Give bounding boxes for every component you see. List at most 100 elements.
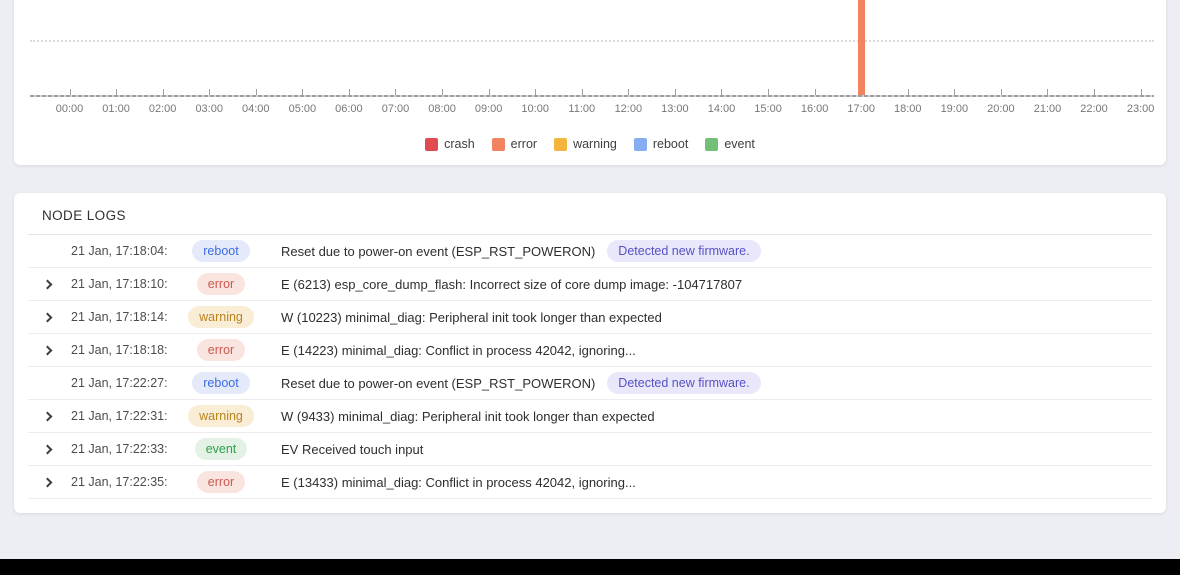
- x-tick-mark: [954, 89, 955, 95]
- x-tick-mark: [395, 89, 396, 95]
- chevron-right-icon: [44, 313, 52, 321]
- x-tick-mark: [489, 89, 490, 95]
- log-row[interactable]: 21 Jan, 17:18:14: warning W (10223) minima…: [28, 301, 1152, 334]
- legend-label: reboot: [653, 137, 688, 151]
- x-tick-mark: [1094, 89, 1095, 95]
- x-tick-mark: [768, 89, 769, 95]
- events-chart-card: 00:0001:0002:0003:0004:0005:0006:0007:00…: [14, 0, 1166, 165]
- x-tick-mark: [861, 89, 862, 95]
- x-tick-label: 19:00: [941, 103, 969, 115]
- events-timeline-plot: 00:0001:0002:0003:0004:0005:0006:0007:00…: [14, 0, 1166, 107]
- log-message: E (13433) minimal_diag: Conflict in proc…: [281, 475, 636, 490]
- log-row[interactable]: 21 Jan, 17:18:18:errorE (14223) minimal_…: [28, 334, 1152, 367]
- legend-item-error: error: [492, 137, 537, 151]
- chevron-right-icon: [44, 445, 52, 453]
- log-level-badge: error: [197, 339, 245, 362]
- x-tick-label: 08:00: [428, 103, 456, 115]
- x-tick-label: 18:00: [894, 103, 922, 115]
- x-tick-mark: [209, 89, 210, 95]
- node-logs-title: NODE LOGS: [28, 193, 1152, 234]
- x-tick-label: 20:00: [987, 103, 1015, 115]
- error-swatch-icon: [492, 138, 505, 151]
- log-level-badge: event: [195, 438, 248, 461]
- badge-column: event: [176, 438, 266, 461]
- x-tick-mark: [302, 89, 303, 95]
- x-tick-label: 23:00: [1127, 103, 1155, 115]
- x-tick-mark: [349, 89, 350, 95]
- chevron-right-icon[interactable]: [38, 445, 57, 453]
- x-tick-mark: [582, 89, 583, 95]
- log-timestamp: 21 Jan, 17:22:31:: [71, 409, 176, 423]
- x-tick-mark: [70, 89, 71, 95]
- x-tick-label: 10:00: [521, 103, 549, 115]
- legend-item-warning: warning: [554, 137, 617, 151]
- x-tick-mark: [1141, 89, 1142, 95]
- badge-column: error: [176, 273, 266, 296]
- x-tick-mark: [442, 89, 443, 95]
- log-message: Reset due to power-on event (ESP_RST_POW…: [281, 244, 595, 259]
- log-timestamp: 21 Jan, 17:18:04:: [71, 244, 176, 258]
- log-timestamp: 21 Jan, 17:22:35:: [71, 475, 176, 489]
- badge-column: warning: [176, 306, 266, 329]
- x-tick-mark: [908, 89, 909, 95]
- x-tick-label: 03:00: [195, 103, 223, 115]
- chart-gridline: [30, 40, 1154, 42]
- error-event-bar[interactable]: [858, 0, 865, 95]
- log-timestamp: 21 Jan, 17:18:18:: [71, 343, 176, 357]
- chevron-right-icon[interactable]: [38, 346, 57, 354]
- x-tick-label: 15:00: [754, 103, 782, 115]
- legend-item-crash: crash: [425, 137, 475, 151]
- x-tick-mark: [256, 89, 257, 95]
- chevron-right-icon[interactable]: [38, 478, 57, 486]
- x-tick-mark: [675, 89, 676, 95]
- warning-swatch-icon: [554, 138, 567, 151]
- x-tick-mark: [815, 89, 816, 95]
- log-timestamp: 21 Jan, 17:18:14:: [71, 310, 176, 324]
- log-message: Reset due to power-on event (ESP_RST_POW…: [281, 376, 595, 391]
- x-tick-label: 14:00: [708, 103, 736, 115]
- x-tick-label: 21:00: [1034, 103, 1062, 115]
- x-tick-label: 17:00: [847, 103, 875, 115]
- chevron-right-icon: [44, 412, 52, 420]
- legend-label: crash: [444, 137, 475, 151]
- x-tick-mark: [163, 89, 164, 95]
- badge-column: error: [176, 339, 266, 362]
- node-logs-card: NODE LOGS 21 Jan, 17:18:04: reboot Reset d…: [14, 193, 1166, 513]
- log-level-badge: error: [197, 471, 245, 494]
- x-tick-label: 07:00: [382, 103, 410, 115]
- x-tick-mark: [628, 89, 629, 95]
- crash-swatch-icon: [425, 138, 438, 151]
- log-level-badge: warning: [188, 405, 254, 428]
- log-level-badge: warning: [188, 306, 254, 329]
- event-swatch-icon: [705, 138, 718, 151]
- log-row[interactable]: 21 Jan, 17:22:31:warningW (9433) minimal…: [28, 400, 1152, 433]
- x-tick-label: 02:00: [149, 103, 177, 115]
- firmware-detected-tag: Detected new firmware.: [607, 372, 760, 395]
- x-tick-label: 00:00: [56, 103, 84, 115]
- log-row[interactable]: 21 Jan, 17:22:35: error E (13433) minimal_…: [28, 466, 1152, 499]
- x-tick-label: 04:00: [242, 103, 270, 115]
- legend-item-reboot: reboot: [634, 137, 688, 151]
- badge-column: error: [176, 471, 266, 494]
- log-message: E (6213) esp_core_dump_flash: Incorrect …: [281, 277, 742, 292]
- log-row[interactable]: 21 Jan, 17:18:10:errorE (6213) esp_core_…: [28, 268, 1152, 301]
- log-message: EV Received touch input: [281, 442, 423, 457]
- chevron-right-icon[interactable]: [38, 412, 57, 420]
- log-row[interactable]: 21 Jan, 17:22:33:eventEV Received touch …: [28, 433, 1152, 466]
- log-level-badge: reboot: [192, 372, 249, 395]
- log-timestamp: 21 Jan, 17:22:27:: [71, 376, 176, 390]
- log-message: W (10223) minimal_diag: Peripheral init …: [281, 310, 662, 325]
- x-tick-label: 09:00: [475, 103, 503, 115]
- chevron-right-icon: [44, 280, 52, 288]
- legend-item-event: event: [705, 137, 755, 151]
- legend-label: error: [511, 137, 537, 151]
- x-tick-mark: [1047, 89, 1048, 95]
- firmware-detected-tag: Detected new firmware.: [607, 240, 760, 263]
- x-tick-label: 12:00: [615, 103, 643, 115]
- chart-legend: crash error warning reboot event: [14, 137, 1166, 151]
- legend-label: event: [724, 137, 755, 151]
- chevron-right-icon[interactable]: [38, 313, 57, 321]
- x-tick-label: 06:00: [335, 103, 363, 115]
- chevron-right-icon[interactable]: [38, 280, 57, 288]
- x-tick-label: 22:00: [1080, 103, 1108, 115]
